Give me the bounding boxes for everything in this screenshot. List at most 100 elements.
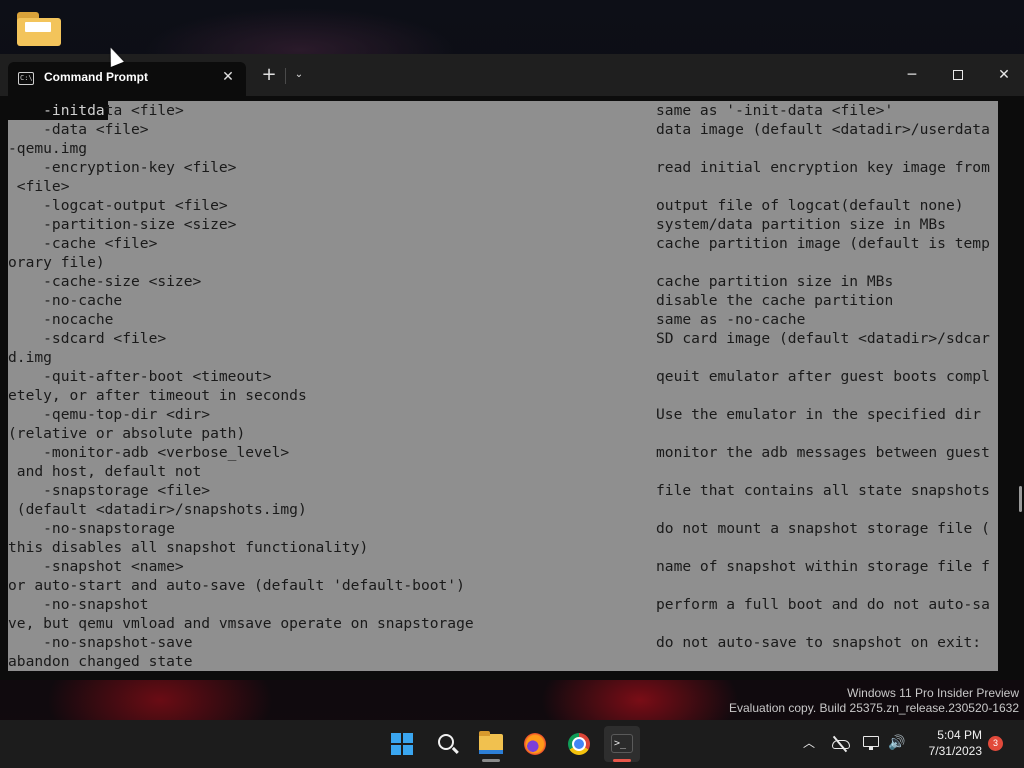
console-line: -partition-size <size> system/data partit… — [8, 215, 998, 234]
clock-time: 5:04 PM — [937, 728, 982, 742]
console-line: -no-cache disable the cache partition — [8, 291, 998, 310]
console-option: -quit-after-boot <timeout> — [8, 368, 272, 385]
console-option: this disables all snapshot functionality… — [8, 539, 369, 556]
console-option: -no-cache — [8, 292, 123, 309]
clock[interactable]: 5:04 PM 7/31/2023 — [912, 727, 982, 759]
scrollbar-thumb[interactable] — [1019, 486, 1022, 512]
console-option: -data <file> — [8, 121, 149, 138]
console-line: or auto-start and auto-save (default 'de… — [8, 576, 998, 595]
command-prompt-window: C:\ Command Prompt ✕ + ⌄ ─ ✕ -initdata <… — [0, 54, 1024, 680]
console-line: -qemu-top-dir <dir> Use the emulator in t… — [8, 405, 998, 424]
firefox-button[interactable] — [517, 726, 553, 762]
running-indicator — [482, 759, 500, 762]
title-bar[interactable]: C:\ Command Prompt ✕ + ⌄ ─ ✕ — [0, 54, 1024, 96]
console-option: -logcat-output <file> — [8, 197, 228, 214]
console-description: Use the emulator in the specified dir — [656, 406, 982, 423]
console-line: this disables all snapshot functionality… — [8, 538, 998, 557]
tab-command-prompt[interactable]: C:\ Command Prompt ✕ — [8, 62, 246, 96]
console-line: -no-snapshot perform a full boot and do n… — [8, 595, 998, 614]
close-window-button[interactable]: ✕ — [981, 60, 1024, 90]
console-description: name of snapshot within storage file f — [656, 558, 990, 575]
console-option: orary file) — [8, 254, 105, 271]
console-option: -partition-size <size> — [8, 216, 237, 233]
volume-icon[interactable]: 🔊 — [887, 734, 907, 752]
console-option: <file> — [8, 178, 70, 195]
console-option: -monitor-adb <verbose_level> — [8, 444, 290, 461]
console-option: abandon changed state — [8, 653, 193, 670]
search-button[interactable] — [429, 726, 465, 762]
terminal-icon: >_ — [611, 734, 633, 753]
console-description: do not mount a snapshot storage file ( — [656, 520, 990, 537]
show-hidden-icons-chevron-icon[interactable]: ︿ — [800, 734, 818, 752]
console-description: system/data partition size in MBs — [656, 216, 946, 233]
console-description: cache partition image (default is temp — [656, 235, 990, 252]
console-description: same as -no-cache — [656, 311, 806, 328]
tab-title: Command Prompt — [44, 70, 149, 84]
taskbar: >_ ︿ 🔊 5:04 PM 7/31/2023 3 — [0, 720, 1024, 768]
console-lines: -initdata <file> same as '-init-data <fil… — [8, 101, 998, 671]
console-line: -encryption-key <file> read initial encry… — [8, 158, 998, 177]
console-option: -encryption-key <file> — [8, 159, 237, 176]
console-description: perform a full boot and do not auto-sa — [656, 596, 990, 613]
tab-close-icon[interactable]: ✕ — [218, 67, 238, 87]
console-option: and host, default not — [8, 463, 202, 480]
active-indicator — [613, 759, 631, 762]
console-option: etely, or after timeout in seconds — [8, 387, 307, 404]
console-line: d.img — [8, 348, 998, 367]
console-line: etely, or after timeout in seconds — [8, 386, 998, 405]
console-option: -nocache — [8, 311, 114, 328]
console-line: -no-snapshot-save do not auto-save to sna… — [8, 633, 998, 652]
folder-desktop-icon[interactable] — [17, 12, 61, 48]
search-icon — [438, 734, 454, 750]
console-option: -cache-size <size> — [8, 273, 202, 290]
console-description: cache partition size in MBs — [656, 273, 894, 290]
console-description: do not auto-save to snapshot on exit: — [656, 634, 982, 651]
console-option: (default <datadir>/snapshots.img) — [8, 501, 307, 518]
firefox-icon — [524, 733, 546, 755]
notification-badge[interactable]: 3 — [988, 736, 1003, 751]
console-option: -no-snapstorage — [8, 520, 175, 537]
console-option: -no-snapshot-save — [8, 634, 193, 651]
console-line: (default <datadir>/snapshots.img) — [8, 500, 998, 519]
console-line: -snapstorage <file> file that contains al… — [8, 481, 998, 500]
console-line: -snapshot <name> name of snapshot within … — [8, 557, 998, 576]
onedrive-offline-icon[interactable] — [830, 734, 852, 753]
console-line: abandon changed state — [8, 652, 998, 671]
new-tab-button[interactable]: + — [258, 64, 280, 86]
console-description: same as '-init-data <file>' — [656, 102, 894, 119]
console-output[interactable]: -initdata <file> same as '-init-data <fil… — [0, 100, 1024, 680]
terminal-button[interactable]: >_ — [604, 726, 640, 762]
console-description: qeuit emulator after guest boots compl — [656, 368, 990, 385]
console-line: -data <file> data image (default <datadir… — [8, 120, 998, 139]
console-description: output file of logcat(default none) — [656, 197, 964, 214]
chrome-icon — [568, 733, 590, 755]
console-option: d.img — [8, 349, 52, 366]
console-option: -initdata <file> — [8, 102, 184, 119]
console-description: file that contains all state snapshots — [656, 482, 990, 499]
network-icon[interactable] — [862, 734, 882, 752]
start-button[interactable] — [384, 726, 420, 762]
console-option: or auto-start and auto-save (default 'de… — [8, 577, 465, 594]
chrome-button[interactable] — [561, 726, 597, 762]
console-option: ve, but qemu vmload and vmsave operate o… — [8, 615, 474, 632]
console-line: -cache <file> cache partition image (defa… — [8, 234, 998, 253]
console-line: -initdata <file> same as '-init-data <fil… — [8, 101, 998, 120]
console-line: (relative or absolute path) — [8, 424, 998, 443]
file-explorer-button[interactable] — [473, 726, 509, 762]
console-option: -no-snapshot — [8, 596, 149, 613]
console-option: -cache <file> — [8, 235, 158, 252]
console-line: -quit-after-boot <timeout> qeuit emulator… — [8, 367, 998, 386]
cmd-icon: C:\ — [18, 72, 34, 85]
console-line: -cache-size <size> cache partition size i… — [8, 272, 998, 291]
maximize-button[interactable] — [935, 60, 981, 90]
console-description: disable the cache partition — [656, 292, 894, 309]
console-description: SD card image (default <datadir>/sdcar — [656, 330, 990, 347]
console-line: -nocache same as -no-cache — [8, 310, 998, 329]
chevron-down-icon[interactable]: ⌄ — [288, 64, 310, 86]
console-option: -qemu-top-dir <dir> — [8, 406, 211, 423]
console-line: -qemu.img — [8, 139, 998, 158]
console-option: -snapstorage <file> — [8, 482, 211, 499]
windows-logo-icon — [391, 733, 413, 755]
minimize-button[interactable]: ─ — [889, 60, 935, 90]
file-explorer-icon — [479, 731, 503, 754]
